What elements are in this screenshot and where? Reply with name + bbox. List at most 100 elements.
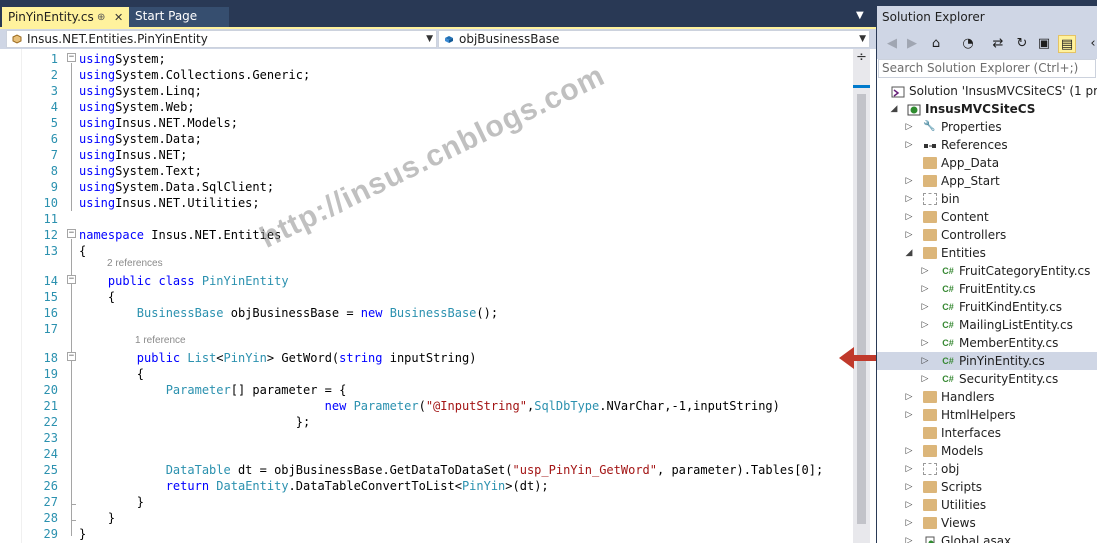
expand-arrow-icon[interactable]: ▷ [904,406,914,424]
search-input[interactable]: Search Solution Explorer (Ctrl+;) [878,59,1096,78]
tree-item[interactable]: Interfaces [877,424,1097,442]
show-all-files-icon[interactable]: ▤ [1058,35,1076,53]
tree-item[interactable]: ▷ Content [877,208,1097,226]
code-line[interactable]: public class PinYinEntity [79,273,289,289]
close-icon[interactable]: ✕ [114,8,123,27]
tree-item[interactable]: ◢ Entities [877,244,1097,262]
code-line[interactable]: BusinessBase objBusinessBase = new Busin… [79,305,498,321]
code-line[interactable]: new Parameter("@InputString",SqlDbType.N… [79,398,780,414]
tree-item[interactable]: ▷ Controllers [877,226,1097,244]
code-line[interactable]: usingSystem.Web; [79,99,195,115]
code-line[interactable]: } [79,510,115,526]
tree-item[interactable]: ▷ 🔧 Properties [877,118,1097,136]
collapse-toggle-icon[interactable]: − [67,275,76,284]
code-line[interactable]: usingInsus.NET.Models; [79,115,238,131]
expand-arrow-icon[interactable]: ▷ [904,208,914,226]
sync-icon[interactable]: ⇄ [989,35,1007,53]
code-line[interactable]: } [79,494,144,510]
code-line[interactable]: { [79,366,144,382]
codelens-references[interactable]: 2 references [107,258,163,269]
code-line[interactable]: public List<PinYin> GetWord(string input… [79,350,477,366]
expand-arrow-icon[interactable]: ▷ [904,514,914,532]
tree-item[interactable]: ▷ bin [877,190,1097,208]
code-line[interactable]: namespace Insus.NET.Entities [79,227,281,243]
expand-arrow-icon[interactable]: ▷ [904,190,914,208]
collapse-arrow-icon[interactable]: ◢ [889,100,899,118]
overflow-icon[interactable]: ‹ [1084,35,1097,53]
expand-arrow-icon[interactable]: ▷ [920,316,930,334]
tab-list-dropdown-icon[interactable]: ▼ [856,10,864,21]
expand-arrow-icon[interactable]: ▷ [920,352,930,370]
tab-pinyinentity[interactable]: PinYinEntity.cs ⊕ ✕ [2,7,129,28]
expand-arrow-icon[interactable]: ▷ [904,460,914,478]
expand-arrow-icon[interactable]: ▷ [904,136,914,154]
tree-item[interactable]: ▷ Global.asax [877,532,1097,543]
split-window-icon[interactable]: ÷ [853,51,870,67]
code-line[interactable]: return DataEntity.DataTableConvertToList… [79,478,549,494]
tree-item[interactable]: ◢ InsusMVCSiteCS [877,100,1097,118]
tree-item[interactable]: ▷ HtmlHelpers [877,406,1097,424]
tree-item[interactable]: ▷ Scripts [877,478,1097,496]
code-line[interactable]: }; [79,414,310,430]
tree-item[interactable]: ▷ C# FruitKindEntity.cs [877,298,1097,316]
expand-arrow-icon[interactable]: ▷ [920,298,930,316]
collapse-toggle-icon[interactable]: − [67,53,76,62]
tree-item[interactable]: ▷ App_Start [877,172,1097,190]
code-line[interactable]: usingSystem.Text; [79,163,202,179]
code-line[interactable]: DataTable dt = objBusinessBase.GetDataTo… [79,462,823,478]
history-icon[interactable]: ◔ [959,35,977,53]
expand-arrow-icon[interactable]: ▷ [904,442,914,460]
code-line[interactable]: Parameter[] parameter = { [79,382,347,398]
expand-arrow-icon[interactable]: ▷ [920,370,930,388]
tab-start-page[interactable]: Start Page [129,7,229,28]
collapse-toggle-icon[interactable]: − [67,352,76,361]
member-dropdown[interactable]: objBusinessBase ▼ [438,30,870,48]
refresh-icon[interactable]: ↻ [1013,35,1031,53]
expand-arrow-icon[interactable]: ▷ [920,262,930,280]
code-line[interactable]: usingSystem.Data; [79,131,202,147]
code-line[interactable]: } [79,526,86,542]
forward-icon[interactable]: ▶ [903,35,921,53]
expand-arrow-icon[interactable]: ▷ [904,226,914,244]
tree-item[interactable]: ▷ obj [877,460,1097,478]
expand-arrow-icon[interactable]: ▷ [920,334,930,352]
code-line[interactable]: usingSystem.Collections.Generic; [79,67,310,83]
expand-arrow-icon[interactable]: ▷ [904,532,914,543]
pin-icon[interactable]: ⊕ [97,8,105,27]
code-line[interactable]: { [79,243,86,259]
expand-arrow-icon[interactable]: ▷ [904,496,914,514]
tree-item[interactable]: ▷ Models [877,442,1097,460]
tree-item[interactable]: ▷ C# MemberEntity.cs [877,334,1097,352]
tree-item[interactable]: ▷ Utilities [877,496,1097,514]
tree-item[interactable]: ▷ Views [877,514,1097,532]
code-line[interactable]: usingSystem.Linq; [79,83,202,99]
tree-item[interactable]: ▷ C# PinYinEntity.cs [877,352,1097,370]
collapse-arrow-icon[interactable]: ◢ [904,244,914,262]
collapse-toggle-icon[interactable]: − [67,229,76,238]
tree-item[interactable]: ▷ References [877,136,1097,154]
home-icon[interactable]: ⌂ [927,35,945,53]
code-line[interactable]: usingSystem; [79,51,166,67]
expand-arrow-icon[interactable]: ▷ [904,478,914,496]
code-line[interactable]: usingInsus.NET.Utilities; [79,195,260,211]
collapse-all-icon[interactable]: ▣ [1035,35,1053,53]
expand-arrow-icon[interactable]: ▷ [904,388,914,406]
expand-arrow-icon[interactable]: ▷ [904,118,914,136]
tree-item[interactable]: ▷ C# FruitCategoryEntity.cs [877,262,1097,280]
code-line[interactable]: usingInsus.NET; [79,147,187,163]
tree-item[interactable]: ▷ C# FruitEntity.cs [877,280,1097,298]
tree-item[interactable]: Solution 'InsusMVCSiteCS' (1 projec [877,82,1097,100]
tree-item[interactable]: ▷ C# MailingListEntity.cs [877,316,1097,334]
type-dropdown[interactable]: Insus.NET.Entities.PinYinEntity ▼ [6,30,437,48]
code-line[interactable]: { [79,289,115,305]
expand-arrow-icon[interactable]: ▷ [904,172,914,190]
tree-item[interactable]: ▷ C# SecurityEntity.cs [877,370,1097,388]
scrollbar-thumb[interactable] [857,94,866,524]
tree-item[interactable]: ▷ Handlers [877,388,1097,406]
expand-arrow-icon[interactable]: ▷ [920,280,930,298]
back-icon[interactable]: ◀ [883,35,901,53]
code-line[interactable]: usingSystem.Data.SqlClient; [79,179,274,195]
codelens-references[interactable]: 1 reference [135,335,186,346]
tree-item[interactable]: App_Data [877,154,1097,172]
vertical-scrollbar[interactable] [853,49,870,543]
